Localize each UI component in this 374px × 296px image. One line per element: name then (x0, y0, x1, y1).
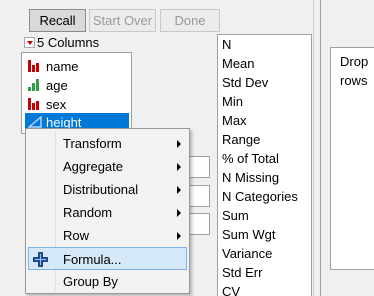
stat-item[interactable]: Std Dev (222, 75, 268, 94)
menu-item-label: Formula... (63, 252, 122, 267)
nominal-icon (28, 98, 42, 110)
drop-zone-text: Drop rows (340, 54, 369, 88)
column-list[interactable]: name age sex height (21, 52, 132, 134)
stat-item[interactable]: Range (222, 132, 260, 151)
stat-item[interactable]: Sum Wgt (222, 227, 275, 246)
menu-item-group-by[interactable]: Group By (28, 270, 187, 293)
column-label: sex (46, 96, 67, 112)
column-label: age (46, 77, 68, 93)
input-box[interactable] (188, 185, 210, 207)
context-menu[interactable]: Transform Aggregate Distributional Rando… (25, 128, 190, 294)
stat-item[interactable]: Sum (222, 208, 249, 227)
menu-item-label: Transform (63, 136, 122, 151)
column-item-name[interactable]: name (25, 57, 129, 75)
stat-item[interactable]: N Categories (222, 189, 298, 208)
nominal-icon (28, 60, 42, 72)
stat-item[interactable]: % of Total (222, 151, 279, 170)
input-box[interactable] (188, 156, 210, 178)
stat-item[interactable]: N (222, 37, 231, 56)
submenu-arrow-icon (177, 140, 181, 148)
columns-count: 5 Columns (37, 34, 100, 50)
stat-item[interactable]: Std Err (222, 265, 262, 284)
panel-divider (313, 0, 314, 296)
submenu-arrow-icon (177, 186, 181, 194)
column-item-sex[interactable]: sex (25, 95, 129, 113)
submenu-arrow-icon (177, 163, 181, 171)
column-label: name (46, 58, 79, 74)
menu-item-formula[interactable]: Formula... (28, 247, 187, 270)
menu-item-label: Aggregate (63, 159, 123, 174)
menu-item-aggregate[interactable]: Aggregate (28, 155, 187, 178)
stat-item[interactable]: Mean (222, 56, 255, 75)
dropdown-triangle-icon[interactable] (24, 36, 35, 48)
columns-header: 5 Columns (24, 34, 99, 50)
menu-item-label: Group By (63, 274, 118, 289)
stat-item[interactable]: CV (222, 284, 240, 296)
start-over-button[interactable]: Start Over (89, 9, 156, 32)
menu-item-row[interactable]: Row (28, 224, 187, 247)
statistics-list[interactable]: N Mean Std Dev Min Max Range % of Total … (217, 34, 312, 296)
submenu-arrow-icon (177, 232, 181, 240)
input-box[interactable] (188, 213, 210, 235)
menu-item-label: Distributional (63, 182, 139, 197)
menu-item-label: Row (63, 228, 90, 243)
formula-plus-icon (33, 252, 48, 267)
column-item-age[interactable]: age (25, 76, 129, 94)
stat-item[interactable]: Min (222, 94, 243, 113)
stat-item[interactable]: Variance (222, 246, 272, 265)
ordinal-icon (28, 79, 42, 91)
menu-item-transform[interactable]: Transform (28, 132, 187, 155)
recall-button[interactable]: Recall (29, 9, 86, 32)
menu-item-random[interactable]: Random (28, 201, 187, 224)
menu-item-distributional[interactable]: Distributional (28, 178, 187, 201)
menu-item-label: Random (63, 205, 113, 220)
stat-item[interactable]: Max (222, 113, 247, 132)
done-button[interactable]: Done (160, 9, 220, 32)
submenu-arrow-icon (177, 209, 181, 217)
continuous-icon (27, 115, 42, 128)
stat-item[interactable]: N Missing (222, 170, 279, 189)
